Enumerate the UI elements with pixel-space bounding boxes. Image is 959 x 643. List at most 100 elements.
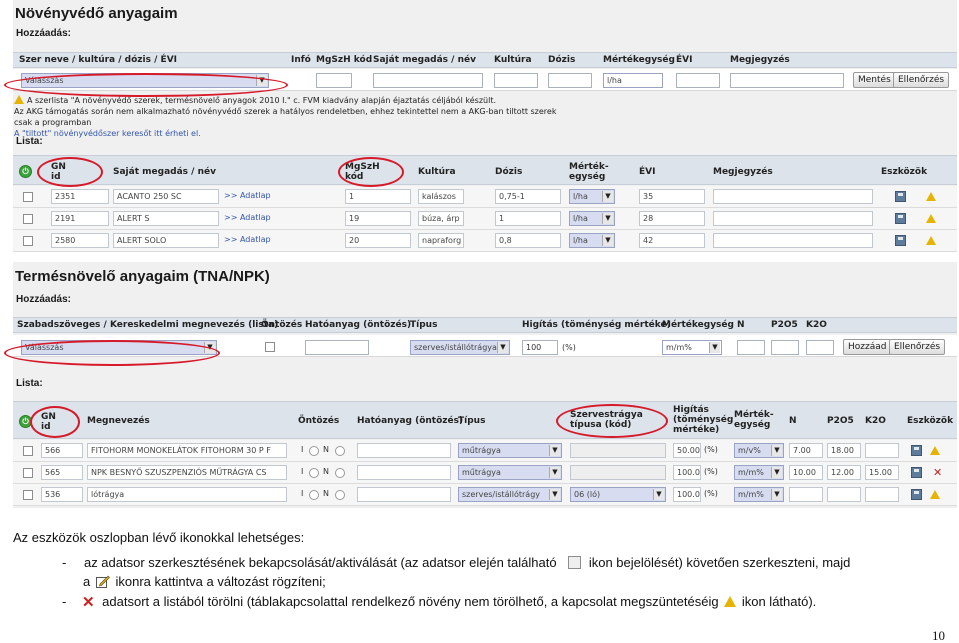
row-n[interactable] bbox=[789, 487, 823, 502]
row-type-select[interactable]: műtrágya ▼ bbox=[458, 443, 562, 458]
row-type-select[interactable]: műtrágya ▼ bbox=[458, 465, 562, 480]
evi-input[interactable] bbox=[676, 73, 720, 88]
radio-i[interactable] bbox=[309, 468, 319, 478]
unit-select-value: l/ha bbox=[607, 76, 622, 85]
row-n[interactable]: 10.00 bbox=[789, 465, 823, 480]
n-input[interactable] bbox=[737, 340, 765, 355]
row-k2o[interactable]: 15.00 bbox=[865, 465, 899, 480]
mgszh-input[interactable] bbox=[316, 73, 352, 88]
row-unit-select[interactable]: l/ha ▼ bbox=[569, 211, 615, 226]
row-dose[interactable]: 0,8 bbox=[495, 233, 561, 248]
row-evi[interactable]: 42 bbox=[639, 233, 705, 248]
row-culture[interactable]: napraforg bbox=[418, 233, 464, 248]
row-note[interactable] bbox=[713, 211, 873, 226]
row-edit-checkbox[interactable] bbox=[23, 192, 33, 202]
delete-icon[interactable]: ✕ bbox=[933, 467, 942, 478]
row-note[interactable] bbox=[713, 189, 873, 204]
row-name[interactable]: ALERT S bbox=[113, 211, 219, 226]
row-edit-checkbox[interactable] bbox=[23, 468, 33, 478]
row-edit-checkbox[interactable] bbox=[23, 214, 33, 224]
row-note[interactable] bbox=[713, 233, 873, 248]
save-icon[interactable] bbox=[911, 489, 922, 500]
row-name[interactable]: FITOHORM MONOKELÁTOK FITOHORM 30 P F bbox=[87, 443, 287, 458]
row-dilution[interactable]: 100.0 bbox=[673, 465, 701, 480]
save-icon[interactable] bbox=[895, 235, 906, 246]
radio-n[interactable] bbox=[335, 490, 345, 500]
row-culture[interactable]: búza, árp bbox=[418, 211, 464, 226]
dilution-input[interactable]: 100 bbox=[522, 340, 558, 355]
note-input[interactable] bbox=[730, 73, 844, 88]
save-icon[interactable] bbox=[895, 213, 906, 224]
list-header-evi: ÉVI bbox=[639, 167, 656, 177]
radio-n[interactable] bbox=[335, 468, 345, 478]
row-active[interactable] bbox=[357, 465, 451, 480]
row-name[interactable]: NPK BESNYŐ SZUSZPENZIÓS MŰTRÁGYA CS bbox=[87, 465, 287, 480]
row-unit-select[interactable]: m/v% ▼ bbox=[734, 443, 784, 458]
row-name[interactable]: ACANTO 250 SC bbox=[113, 189, 219, 204]
warning-icon bbox=[926, 214, 936, 223]
row-mgszh[interactable]: 19 bbox=[345, 211, 411, 226]
save-icon[interactable] bbox=[911, 467, 922, 478]
radio-i[interactable] bbox=[309, 490, 319, 500]
row-fert-type-select[interactable]: 06 (ló) ▼ bbox=[570, 487, 666, 502]
row-unit-select[interactable]: m/m% ▼ bbox=[734, 465, 784, 480]
row-type-select[interactable]: szerves/istállótrágy ▼ bbox=[458, 487, 562, 502]
row-mgszh[interactable]: 1 bbox=[345, 189, 411, 204]
check-button[interactable]: Ellenőrzés bbox=[889, 339, 946, 355]
check-button[interactable]: Ellenőrzés bbox=[893, 72, 950, 88]
row-unit-select[interactable]: l/ha ▼ bbox=[569, 233, 615, 248]
irrigation-checkbox[interactable] bbox=[265, 342, 275, 352]
highlight-mgszh bbox=[338, 157, 404, 187]
row-dilution[interactable]: 50.00 bbox=[673, 443, 701, 458]
row-evi[interactable]: 28 bbox=[639, 211, 705, 226]
p2o5-input[interactable] bbox=[771, 340, 799, 355]
row-id: 2191 bbox=[51, 211, 109, 226]
culture-input[interactable] bbox=[494, 73, 538, 88]
type-select[interactable]: szerves/istállótrágya ▼ bbox=[410, 340, 510, 355]
row-fert-type[interactable] bbox=[570, 465, 666, 480]
row-edit-checkbox[interactable] bbox=[23, 490, 33, 500]
save-icon[interactable] bbox=[895, 191, 906, 202]
row-evi[interactable]: 35 bbox=[639, 189, 705, 204]
active-input[interactable] bbox=[305, 340, 369, 355]
row-edit-checkbox[interactable] bbox=[23, 446, 33, 456]
chevron-down-icon: ▼ bbox=[771, 489, 782, 500]
row-active[interactable] bbox=[357, 487, 451, 502]
row-datasheet-link[interactable]: >> Adatlap bbox=[224, 191, 271, 200]
row-k2o[interactable] bbox=[865, 443, 899, 458]
list-header-bar: ⏻ GN id Megnevezés Öntözés Hatóanyag (ön… bbox=[13, 401, 957, 439]
row-datasheet-link[interactable]: >> Adatlap bbox=[224, 235, 271, 244]
unit-select[interactable]: m/m% ▼ bbox=[662, 340, 722, 355]
row-dose[interactable]: 1 bbox=[495, 211, 561, 226]
unit-select[interactable]: l/ha bbox=[603, 73, 663, 88]
notice-box: A szerlista "A növényvédő szerek, termés… bbox=[14, 95, 574, 139]
row-datasheet-link[interactable]: >> Adatlap bbox=[224, 213, 271, 222]
row-edit-checkbox[interactable] bbox=[23, 236, 33, 246]
row-name[interactable]: ALERT SOLO bbox=[113, 233, 219, 248]
row-k2o[interactable] bbox=[865, 487, 899, 502]
radio-i[interactable] bbox=[309, 446, 319, 456]
row-unit-select[interactable]: l/ha ▼ bbox=[569, 189, 615, 204]
dose-input[interactable] bbox=[548, 73, 592, 88]
row-culture[interactable]: kalászos bbox=[418, 189, 464, 204]
row-unit-select[interactable]: m/m% ▼ bbox=[734, 487, 784, 502]
row-dose[interactable]: 0,75-1 bbox=[495, 189, 561, 204]
power-icon[interactable]: ⏻ bbox=[19, 165, 32, 178]
row-p2o5[interactable] bbox=[827, 487, 861, 502]
row-n[interactable]: 7.00 bbox=[789, 443, 823, 458]
notice-link[interactable]: A "tiltott" növényvédőszer keresőt itt é… bbox=[14, 128, 574, 139]
own-name-input[interactable] bbox=[373, 73, 483, 88]
header-note: Megjegyzés bbox=[730, 55, 790, 65]
row-fert-type[interactable] bbox=[570, 443, 666, 458]
row-name[interactable]: lótrágya bbox=[87, 487, 287, 502]
row-p2o5[interactable]: 12.00 bbox=[827, 465, 861, 480]
radio-n[interactable] bbox=[335, 446, 345, 456]
row-dilution[interactable]: 100.0 bbox=[673, 487, 701, 502]
save-button[interactable]: Mentés bbox=[853, 72, 896, 88]
save-icon[interactable] bbox=[911, 445, 922, 456]
row-p2o5[interactable]: 18.00 bbox=[827, 443, 861, 458]
row-active[interactable] bbox=[357, 443, 451, 458]
add-button[interactable]: Hozzáad bbox=[843, 339, 892, 355]
row-mgszh[interactable]: 20 bbox=[345, 233, 411, 248]
k2o-input[interactable] bbox=[806, 340, 834, 355]
